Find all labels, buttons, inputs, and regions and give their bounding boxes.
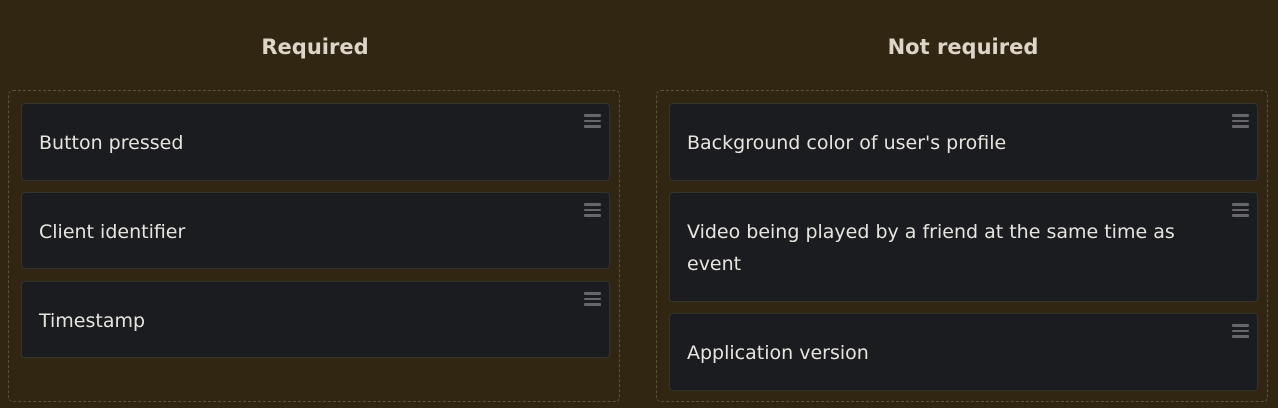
card-label: Client identifier	[39, 221, 186, 243]
drag-handle-icon[interactable]	[1232, 203, 1249, 217]
drag-handle-icon[interactable]	[1232, 114, 1249, 128]
draggable-card[interactable]: Client identifier	[21, 192, 610, 269]
card-label: Background color of user's profile	[687, 132, 1007, 154]
card-label: Timestamp	[39, 310, 146, 332]
draggable-card[interactable]: Background color of user's profile	[669, 103, 1258, 181]
draggable-card[interactable]: Video being played by a friend at the sa…	[669, 192, 1258, 302]
not-required-column-title: Not required	[887, 35, 1039, 59]
card-label: Button pressed	[39, 132, 184, 154]
not-required-dropzone[interactable]: Background color of user's profile Video…	[656, 90, 1268, 402]
card-label: Application version	[687, 342, 869, 364]
drag-handle-icon[interactable]	[584, 203, 601, 217]
drag-handle-icon[interactable]	[1232, 324, 1249, 338]
draggable-card[interactable]: Timestamp	[21, 281, 610, 358]
draggable-card[interactable]: Button pressed	[21, 103, 610, 181]
drag-handle-icon[interactable]	[584, 292, 601, 306]
card-label: Video being played by a friend at the sa…	[687, 221, 1175, 275]
draggable-card[interactable]: Application version	[669, 313, 1258, 391]
required-dropzone[interactable]: Button pressed Client identifier Timesta…	[8, 90, 620, 402]
required-column-title: Required	[261, 35, 369, 59]
drag-handle-icon[interactable]	[584, 114, 601, 128]
